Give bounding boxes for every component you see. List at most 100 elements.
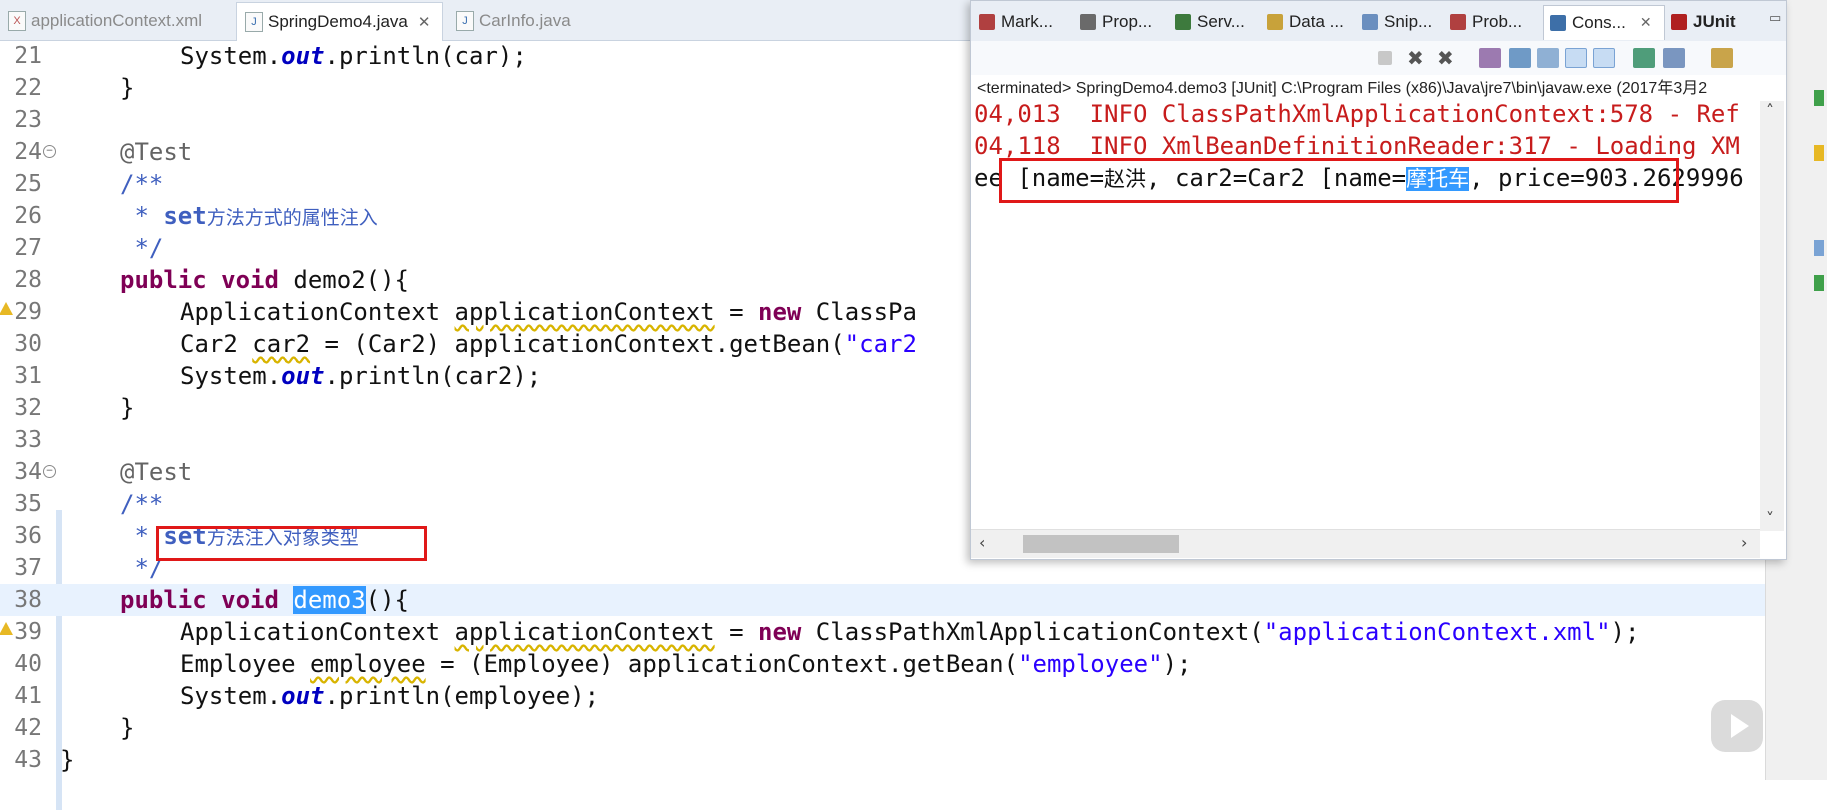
scroll-down-icon[interactable]: ˅ [1766, 509, 1774, 528]
servers-icon [1175, 14, 1191, 30]
scrollbar-thumb[interactable] [1023, 535, 1179, 553]
code-line: 39 ApplicationContext applicationContext… [0, 616, 1765, 648]
tab-markers[interactable]: Mark... [973, 5, 1053, 39]
tab-label: Serv... [1197, 12, 1245, 31]
junit-icon [1671, 14, 1687, 30]
code-text: } [60, 746, 75, 774]
scroll-right-icon[interactable]: › [1741, 533, 1747, 552]
tab-label: Prop... [1102, 12, 1153, 31]
line-number: 21 [14, 43, 42, 69]
clear-console-icon[interactable] [1479, 48, 1501, 68]
line-number: 36 [14, 523, 42, 549]
terminate-icon[interactable] [1378, 51, 1392, 65]
vertical-scrollbar[interactable]: ˄ ˅ [1760, 101, 1784, 531]
tab-data-source[interactable]: Data ... [1261, 5, 1344, 39]
view-tab-bar: Mark... Prop... Serv... Data ... Snip...… [971, 1, 1786, 42]
properties-icon [1080, 14, 1096, 30]
scroll-left-icon[interactable]: ‹ [979, 533, 985, 552]
horizontal-scrollbar[interactable]: ‹ › [971, 529, 1760, 558]
tab-properties[interactable]: Prop... [1074, 5, 1152, 39]
show-on-error-icon[interactable] [1593, 48, 1615, 68]
close-icon[interactable]: ✕ [1640, 15, 1652, 31]
line-number: 39 [14, 619, 42, 645]
comment-text: /** [120, 170, 164, 198]
console-icon [1550, 15, 1566, 31]
ruler-marker[interactable] [1814, 145, 1824, 161]
minimize-icon[interactable]: ▭ [1769, 11, 1781, 26]
code-line: 43 } [0, 744, 1765, 776]
tab-label: Mark... [1001, 12, 1053, 31]
code-text: } [120, 74, 135, 102]
tab-problems[interactable]: Prob... [1444, 5, 1522, 39]
display-console-icon[interactable] [1663, 48, 1685, 68]
code-text: public void demo2(){ [120, 266, 409, 294]
fold-collapse-icon[interactable]: − [43, 145, 56, 158]
remove-all-icon[interactable]: ✖ [1437, 48, 1459, 68]
fold-collapse-icon[interactable]: − [43, 465, 56, 478]
remove-launch-icon[interactable]: ✖ [1407, 48, 1429, 68]
console-toolbar: ✖ ✖ [971, 41, 1786, 75]
code-text: System.out.println(employee); [180, 682, 600, 710]
code-text: public void demo3(){ [120, 586, 410, 614]
line-number: 35 [14, 491, 42, 517]
close-icon[interactable]: ✕ [418, 13, 431, 31]
line-number: 43 [14, 747, 42, 773]
tab-applicationcontext-xml[interactable]: X applicationContext.xml [0, 2, 205, 40]
line-number: 25 [14, 171, 42, 197]
comment-text: /** [120, 490, 164, 518]
tab-console[interactable]: Cons... ✕ [1543, 5, 1665, 40]
line-number: 30 [14, 331, 42, 357]
word-wrap-icon[interactable] [1537, 48, 1559, 68]
line-number: 22 [14, 75, 42, 101]
annotation-text: @Test [120, 458, 193, 486]
line-number: 41 [14, 683, 42, 709]
java-file-icon: J [245, 12, 263, 32]
ruler-marker[interactable] [1814, 275, 1824, 291]
code-text: System.out.println(car); [180, 42, 527, 70]
line-number: 27 [14, 235, 42, 261]
open-console-icon[interactable] [1711, 48, 1733, 68]
line-number: 37 [14, 555, 42, 581]
play-icon[interactable] [1711, 700, 1763, 752]
tab-label: Snip... [1384, 12, 1433, 31]
line-number: 40 [14, 651, 42, 677]
line-number: 34 [14, 459, 42, 485]
line-number: 33 [14, 427, 42, 453]
tab-snippets[interactable]: Snip... [1356, 5, 1432, 39]
console-info-line: 04,013 INFO ClassPathXmlApplicationConte… [974, 100, 1740, 128]
tab-label: Data ... [1289, 12, 1344, 31]
editor-tab-bar: X applicationContext.xml J SpringDemo4.j… [0, 0, 975, 41]
show-on-output-icon[interactable] [1565, 48, 1587, 68]
code-text: } [120, 714, 135, 742]
tab-label: Cons... [1572, 13, 1626, 32]
scroll-lock-icon[interactable] [1509, 48, 1531, 68]
line-number: 24 [14, 139, 42, 165]
comment-text: */ [120, 234, 164, 262]
pin-console-icon[interactable] [1633, 48, 1655, 68]
code-text: ApplicationContext applicationContext = … [180, 298, 917, 326]
comment-text: * set方法方式的属性注入 [120, 202, 378, 230]
annotation-text: @Test [120, 138, 193, 166]
code-line: 41 System.out.println(employee); [0, 680, 1765, 712]
tab-springdemo4-java[interactable]: J SpringDemo4.java ✕ [236, 2, 443, 41]
code-line: 42 } [0, 712, 1765, 744]
code-line: 40 Employee employee = (Employee) applic… [0, 648, 1765, 680]
code-text: } [120, 394, 135, 422]
code-line-current: 38 public void demo3(){ [0, 584, 1765, 616]
tab-junit[interactable]: JUnit [1665, 5, 1736, 39]
line-number: 38 [14, 587, 42, 613]
tab-carinfo-java[interactable]: J CarInfo.java [448, 2, 598, 40]
code-text: ApplicationContext applicationContext = … [180, 618, 1640, 646]
tab-servers[interactable]: Serv... [1169, 5, 1245, 39]
console-view: Mark... Prop... Serv... Data ... Snip...… [970, 0, 1787, 560]
data-source-icon [1267, 14, 1283, 30]
ruler-marker[interactable] [1814, 90, 1824, 106]
scroll-up-icon[interactable]: ˄ [1766, 101, 1774, 120]
code-text: Employee employee = (Employee) applicati… [180, 650, 1192, 678]
ruler-marker[interactable] [1814, 240, 1824, 256]
line-number: 23 [14, 107, 42, 133]
highlight-box [999, 158, 1679, 203]
snippets-icon [1362, 14, 1378, 30]
markers-icon [979, 14, 995, 30]
selected-text: demo3 [293, 586, 366, 614]
